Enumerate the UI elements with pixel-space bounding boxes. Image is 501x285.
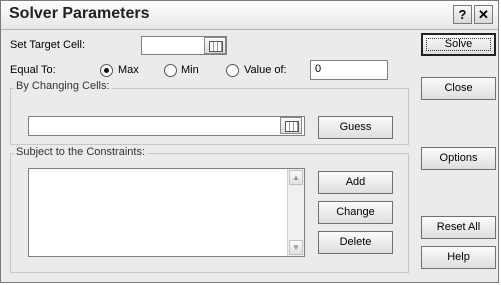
scroll-down-icon[interactable]: ▼ [289,240,303,255]
question-icon: ? [458,7,467,22]
add-constraint-button[interactable]: Add [318,171,393,194]
guess-button[interactable]: Guess [318,116,393,139]
equal-to-label: Equal To: [10,64,56,76]
options-button[interactable]: Options [421,147,496,170]
reset-all-button[interactable]: Reset All [421,216,496,239]
delete-constraint-button[interactable]: Delete [318,231,393,254]
set-target-cell-label: Set Target Cell: [10,39,86,51]
constraints-scrollbar[interactable]: ▲ ▼ [287,169,304,256]
window-title: Solver Parameters [9,5,150,22]
changing-cells-reference-button[interactable] [280,117,302,134]
changing-cells-input[interactable] [28,116,305,136]
close-title-button[interactable]: ✕ [474,5,493,24]
value-of-radio[interactable] [226,64,239,77]
value-of-input[interactable]: 0 [310,60,388,80]
scroll-up-icon[interactable]: ▲ [289,170,303,185]
min-radio[interactable] [164,64,177,77]
solver-parameters-dialog: Solver Parameters ? ✕ Set Target Cell: E… [0,0,499,283]
change-constraint-button[interactable]: Change [318,201,393,224]
help-button[interactable]: Help [421,246,496,269]
min-label[interactable]: Min [181,64,199,76]
constraints-label: Subject to the Constraints: [14,146,148,158]
target-cell-reference-button[interactable] [204,37,226,54]
max-label[interactable]: Max [118,64,139,76]
max-radio[interactable] [100,64,113,77]
close-icon: ✕ [478,7,489,22]
close-button[interactable]: Close [421,77,496,100]
constraints-list[interactable]: ▲ ▼ [28,168,305,257]
solve-button[interactable]: Solve [421,33,496,56]
title-bar: Solver Parameters ? ✕ [1,1,498,30]
value-of-label[interactable]: Value of: [244,64,287,76]
help-title-button[interactable]: ? [453,5,472,24]
changing-cells-label: By Changing Cells: [14,80,112,92]
